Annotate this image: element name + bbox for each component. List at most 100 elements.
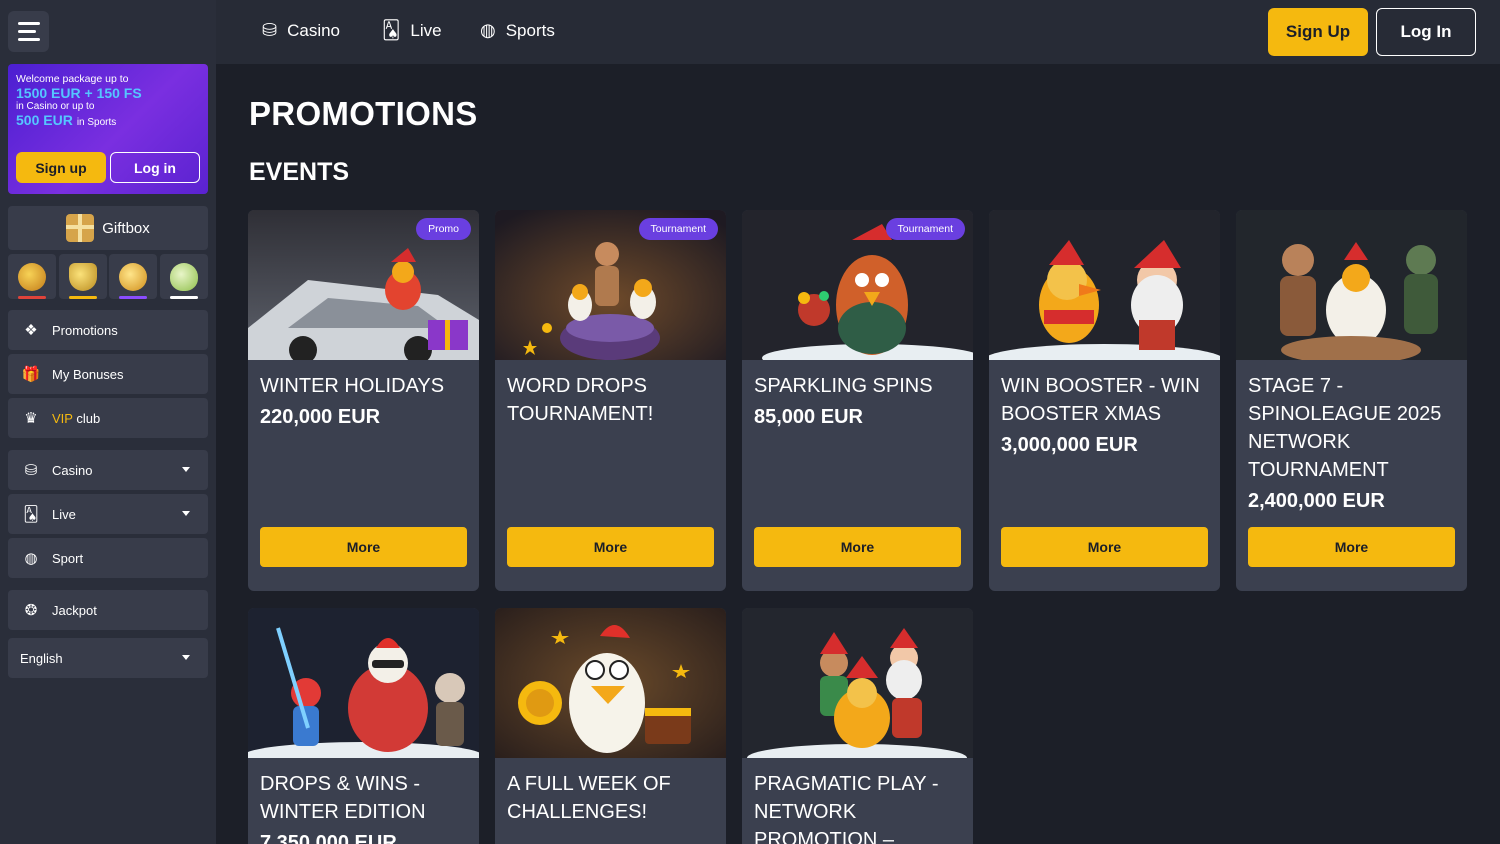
top-nav-live[interactable]: 🂡 Live	[382, 20, 442, 41]
promo-card-image	[248, 608, 479, 758]
sidebar-item-my-bonuses[interactable]: 🎁 My Bonuses	[8, 354, 208, 394]
reward-shortcuts	[8, 254, 208, 299]
giftbox-label: Giftbox	[102, 219, 150, 237]
promotions-icon: ❖	[24, 322, 38, 339]
sidebar-item-label: Casino	[52, 462, 93, 478]
sidebar: Welcome package up to 1500 EUR + 150 FS …	[0, 0, 216, 844]
reward-green-egg-button[interactable]	[159, 254, 208, 299]
welcome-banner: Welcome package up to 1500 EUR + 150 FS …	[8, 64, 208, 194]
welcome-line-3: in Sports	[76, 117, 117, 128]
sidebar-item-sport[interactable]: ◍ Sport	[8, 538, 208, 578]
section-title: EVENTS	[249, 158, 350, 186]
promo-title: PRAGMATIC PLAY - NETWORK PROMOTION –	[754, 773, 939, 844]
basketball-icon: ◍	[24, 550, 38, 567]
sports-bonus-amount: 500 EUR	[16, 112, 73, 128]
language-select[interactable]: English	[8, 638, 208, 678]
promo-card[interactable]: A FULL WEEK OF CHALLENGES!	[495, 608, 726, 844]
basket-icon	[18, 262, 46, 291]
crown-icon: ♛	[24, 410, 38, 427]
jackpot-icon: ❂	[24, 602, 38, 619]
top-nav-sports[interactable]: ◍ Sports	[480, 20, 555, 41]
promo-card[interactable]: PRAGMATIC PLAY - NETWORK PROMOTION –	[742, 608, 973, 844]
promo-card-image	[989, 210, 1220, 360]
sidebar-item-label: My Bonuses	[52, 366, 124, 382]
promo-card-image	[495, 608, 726, 758]
gift-icon	[66, 214, 95, 242]
menu-toggle-button[interactable]	[8, 11, 49, 52]
sidebar-item-vip-club[interactable]: ♛ VIP club	[8, 398, 208, 438]
casino-chips-icon: ⛁	[24, 462, 38, 479]
promo-title: WINTER HOLIDAYS	[260, 375, 445, 397]
sidebar-item-label: Jackpot	[52, 602, 97, 618]
login-button[interactable]: Log In	[1376, 8, 1476, 56]
sidebar-signup-button[interactable]: Sign up	[16, 152, 106, 183]
sidebar-item-label: club	[76, 410, 101, 426]
hamburger-icon	[17, 22, 40, 25]
casino-bonus-amount: 1500 EUR + 150 FS	[16, 85, 142, 101]
sidebar-item-label: Promotions	[52, 322, 118, 338]
promo-card[interactable]: DROPS & WINS - WINTER EDITION 7,350,000 …	[248, 608, 479, 844]
promo-title: A FULL WEEK OF CHALLENGES!	[507, 773, 671, 823]
promo-card-image: Tournament	[495, 210, 726, 360]
promo-prize: 7,350,000 EUR	[260, 832, 397, 844]
more-button[interactable]: More	[260, 527, 467, 567]
promo-title: SPARKLING SPINS	[754, 375, 933, 397]
top-nav-casino[interactable]: ⛁ Casino	[262, 20, 340, 41]
promo-badge: Promo	[416, 218, 471, 240]
welcome-line: Welcome package up to	[16, 73, 129, 85]
promo-prize: 2,400,000 EUR	[1248, 490, 1385, 512]
top-nav-label: Sports	[505, 20, 555, 40]
promo-card[interactable]: Tournament SPARKLING SPINS 85,000 EUR Mo…	[742, 210, 973, 591]
promo-card-image: Tournament	[742, 210, 973, 360]
promo-card[interactable]: WIN BOOSTER - WIN BOOSTER XMAS 3,000,000…	[989, 210, 1220, 591]
promo-title: DROPS & WINS - WINTER EDITION	[260, 773, 426, 823]
promo-card[interactable]: STAGE 7 - SPINOLEAGUE 2025 NETWORK TOURN…	[1236, 210, 1467, 591]
sidebar-item-label: Sport	[52, 550, 84, 566]
sidebar-item-live[interactable]: 🂡 Live	[8, 494, 208, 534]
basketball-icon: ◍	[480, 20, 496, 40]
more-button[interactable]: More	[1248, 527, 1455, 567]
page-title: PROMOTIONS	[249, 95, 478, 132]
golden-egg-icon	[119, 262, 148, 291]
sidebar-login-button[interactable]: Log in	[110, 152, 200, 183]
chevron-down-icon	[182, 467, 190, 472]
promo-badge: Tournament	[885, 218, 965, 240]
giftbox-button[interactable]: Giftbox	[8, 206, 208, 250]
reward-trophy-button[interactable]	[58, 254, 107, 299]
casino-chips-icon: ⛁	[262, 20, 278, 40]
sidebar-item-promotions[interactable]: ❖ Promotions	[8, 310, 208, 350]
promo-prize: 220,000 EUR	[260, 406, 381, 428]
reward-basket-button[interactable]	[8, 254, 56, 299]
promo-card[interactable]: Promo WINTER HOLIDAYS 220,000 EUR More	[248, 210, 479, 591]
reward-egg-button[interactable]	[109, 254, 158, 299]
promo-prize: 85,000 EUR	[754, 406, 863, 428]
trophy-icon	[68, 262, 97, 291]
promo-card-image	[1236, 210, 1467, 360]
vip-accent: VIP	[52, 410, 73, 426]
promo-card-image: Promo	[248, 210, 479, 360]
promo-title: STAGE 7 - SPINOLEAGUE 2025 NETWORK TOURN…	[1248, 375, 1442, 481]
top-nav-label: Casino	[287, 20, 341, 40]
more-button[interactable]: More	[507, 527, 714, 567]
more-button[interactable]: More	[1001, 527, 1208, 567]
welcome-line-2: in Casino or up to	[16, 101, 95, 112]
promo-title: WORD DROPS TOURNAMENT!	[507, 375, 654, 425]
green-egg-icon	[169, 262, 198, 291]
promo-title: WIN BOOSTER - WIN BOOSTER XMAS	[1001, 375, 1200, 425]
chevron-down-icon	[182, 655, 190, 660]
live-cards-icon: 🂡	[382, 20, 401, 40]
sidebar-item-label: Live	[52, 506, 76, 522]
promo-badge: Tournament	[638, 218, 718, 240]
promo-card-image	[742, 608, 973, 758]
gift-icon: 🎁	[21, 366, 41, 383]
live-cards-icon: 🂡	[23, 506, 39, 523]
promo-card[interactable]: Tournament WORD DROPS TOURNAMENT! More	[495, 210, 726, 591]
sidebar-item-casino[interactable]: ⛁ Casino	[8, 450, 208, 490]
sidebar-item-jackpot[interactable]: ❂ Jackpot	[8, 590, 208, 630]
promo-prize: 3,000,000 EUR	[1001, 434, 1138, 456]
chevron-down-icon	[182, 511, 190, 516]
top-nav-label: Live	[410, 20, 442, 40]
signup-button[interactable]: Sign Up	[1268, 8, 1368, 56]
more-button[interactable]: More	[754, 527, 961, 567]
language-label: English	[20, 650, 63, 666]
